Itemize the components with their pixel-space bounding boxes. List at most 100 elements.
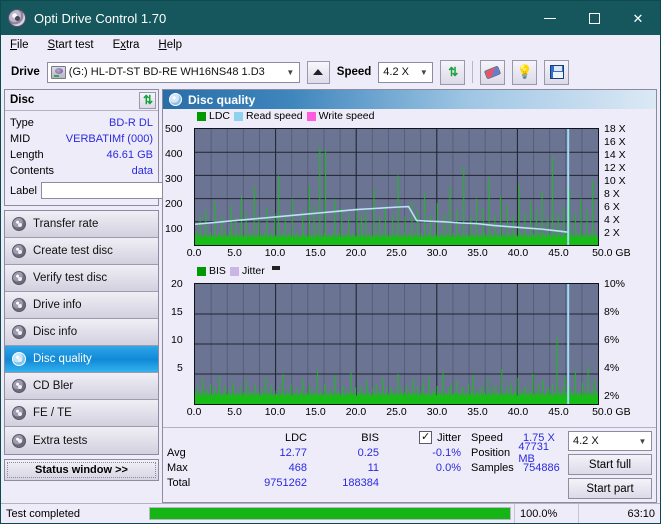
bis-y2tick: 10% xyxy=(604,278,625,290)
sidebar-item-disc-info[interactable]: Disc info xyxy=(5,319,158,346)
xtick-label: 45.0 xyxy=(548,247,568,259)
legend-item-bis: BIS xyxy=(197,265,226,277)
row-key: Type xyxy=(10,117,34,129)
xtick-label: 50.0 GB xyxy=(592,247,631,259)
disc-row-length: Length 46.61 GB xyxy=(10,147,153,163)
close-button[interactable]: ✕ xyxy=(616,1,660,35)
ldc-y2tick: 2 X xyxy=(604,227,620,239)
row-key: MID xyxy=(10,133,30,145)
legend-label: Write speed xyxy=(319,110,375,122)
minimize-button[interactable] xyxy=(528,1,572,35)
sidebar-item-create-test-disc[interactable]: Create test disc xyxy=(5,238,158,265)
sidebar-item-transfer-rate[interactable]: Transfer rate xyxy=(5,211,158,238)
progress-bar xyxy=(149,507,511,520)
xtick-label: 0.0 xyxy=(187,406,202,418)
row-label: Total xyxy=(167,477,229,489)
disc-row-type: Type BD-R DL xyxy=(10,115,153,131)
stats-row-max: Max 468 11 0.0% xyxy=(167,460,467,475)
sidebar-item-cd-bler[interactable]: CD Bler xyxy=(5,373,158,400)
stats-row-total: Total 9751262 188384 xyxy=(167,475,467,490)
status-message: Test completed xyxy=(1,504,146,523)
legend-item-ldc: LDC xyxy=(197,110,230,122)
disc-icon xyxy=(12,325,26,339)
xtick-label: 25.0 xyxy=(386,406,406,418)
xtick-label: 20.0 xyxy=(346,406,366,418)
menu-file[interactable]: File xyxy=(10,39,29,51)
ldc-chart-legend: LDC Read speed Write speed xyxy=(197,110,375,122)
speed-select-value: 4.2 X xyxy=(383,66,409,78)
bulb-icon: 💡 xyxy=(517,64,533,80)
row-value: BD-R DL xyxy=(109,117,153,129)
stats-row-avg: Avg 12.77 0.25 -0.1% xyxy=(167,445,467,460)
samples-value: 754886 xyxy=(523,462,560,474)
sidebar-item-label: Transfer rate xyxy=(33,218,98,230)
bis-y2tick: 6% xyxy=(604,334,619,346)
bis-chart-legend: BIS Jitter xyxy=(197,265,280,277)
legend-swatch xyxy=(197,267,206,276)
xtick-label: 35.0 xyxy=(467,247,487,259)
column-header-ldc: LDC xyxy=(229,432,307,444)
stats-header-row: LDC BIS ✓ Jitter xyxy=(167,430,467,445)
menu-start-test[interactable]: Start test xyxy=(48,39,94,51)
bulb-button[interactable]: 💡 xyxy=(512,60,537,85)
sidebar-item-fe-te[interactable]: FE / TE xyxy=(5,400,158,427)
start-full-button[interactable]: Start full xyxy=(568,454,652,475)
row-key: Length xyxy=(10,149,44,161)
bis-ytick: 5 xyxy=(177,362,183,374)
elapsed-time: 63:10 xyxy=(578,504,660,523)
start-part-button[interactable]: Start part xyxy=(568,478,652,499)
app-window: Opti Drive Control 1.70 ✕ File Start tes… xyxy=(0,0,661,524)
sidebar-item-label: Disc info xyxy=(33,326,77,338)
cell-bis: 11 xyxy=(307,462,379,474)
maximize-icon xyxy=(589,13,600,24)
disc-icon xyxy=(12,298,26,312)
jitter-checkbox[interactable]: ✓ xyxy=(419,431,432,444)
disc-label-key: Label xyxy=(10,185,37,197)
xtick-label: 30.0 xyxy=(427,406,447,418)
ldc-y2tick: 18 X xyxy=(604,123,626,135)
drive-select[interactable]: (G:) HL-DT-ST BD-RE WH16NS48 1.D3 ▼ xyxy=(47,62,300,83)
refresh-button[interactable]: ⇅ xyxy=(440,60,465,85)
xtick-label: 0.0 xyxy=(187,247,202,259)
ldc-chart: LDC Read speed Write speed 500 400 xyxy=(163,109,656,277)
bis-ytick: 10 xyxy=(171,334,183,346)
row-value: 46.61 GB xyxy=(107,149,153,161)
eject-button[interactable] xyxy=(307,61,330,84)
ldc-y2tick: 8 X xyxy=(604,188,620,200)
refresh-icon: ⇅ xyxy=(448,65,457,79)
xtick-label: 35.0 xyxy=(467,406,487,418)
sidebar-item-disc-quality[interactable]: Disc quality xyxy=(5,346,158,373)
maximize-button[interactable] xyxy=(572,1,616,35)
menu-help[interactable]: Help xyxy=(158,39,182,51)
disc-refresh-button[interactable]: ⇅ xyxy=(139,92,156,109)
progress-container xyxy=(146,504,514,523)
sidebar-item-label: CD Bler xyxy=(33,380,73,392)
menu-bar: File Start test Extra Help xyxy=(1,35,660,55)
sidebar-item-label: Extra tests xyxy=(33,435,87,447)
sidebar-item-drive-info[interactable]: Drive info xyxy=(5,292,158,319)
ldc-y2tick: 12 X xyxy=(604,162,626,174)
status-window-button[interactable]: Status window >> xyxy=(4,459,159,481)
save-button[interactable] xyxy=(544,60,569,85)
row-key: Contents xyxy=(10,165,54,177)
test-speed-select[interactable]: 4.2 X ▼ xyxy=(568,431,652,451)
ldc-y2tick: 10 X xyxy=(604,175,626,187)
legend-item-write-speed: Write speed xyxy=(307,110,375,122)
row-label: Max xyxy=(167,462,229,474)
xtick-label: 20.0 xyxy=(346,247,366,259)
row-value: data xyxy=(132,165,153,177)
xtick-label: 45.0 xyxy=(548,406,568,418)
sidebar-item-extra-tests[interactable]: Extra tests xyxy=(5,427,158,454)
xtick-label: 50.0 GB xyxy=(592,406,631,418)
main-body: Disc ⇅ Type BD-R DL MID VERBATIMf (000) … xyxy=(1,89,660,503)
erase-button[interactable] xyxy=(480,60,505,85)
legend-item-jitter: Jitter xyxy=(230,265,265,277)
speed-select[interactable]: 4.2 X ▼ xyxy=(378,62,433,83)
legend-swatch xyxy=(234,112,243,121)
menu-extra[interactable]: Extra xyxy=(113,39,140,51)
speed-label: Speed xyxy=(337,66,372,78)
sidebar-item-verify-test-disc[interactable]: Verify test disc xyxy=(5,265,158,292)
disc-icon xyxy=(12,379,26,393)
title-bar: Opti Drive Control 1.70 ✕ xyxy=(1,1,660,35)
disc-panel-header: Disc ⇅ xyxy=(5,90,158,111)
